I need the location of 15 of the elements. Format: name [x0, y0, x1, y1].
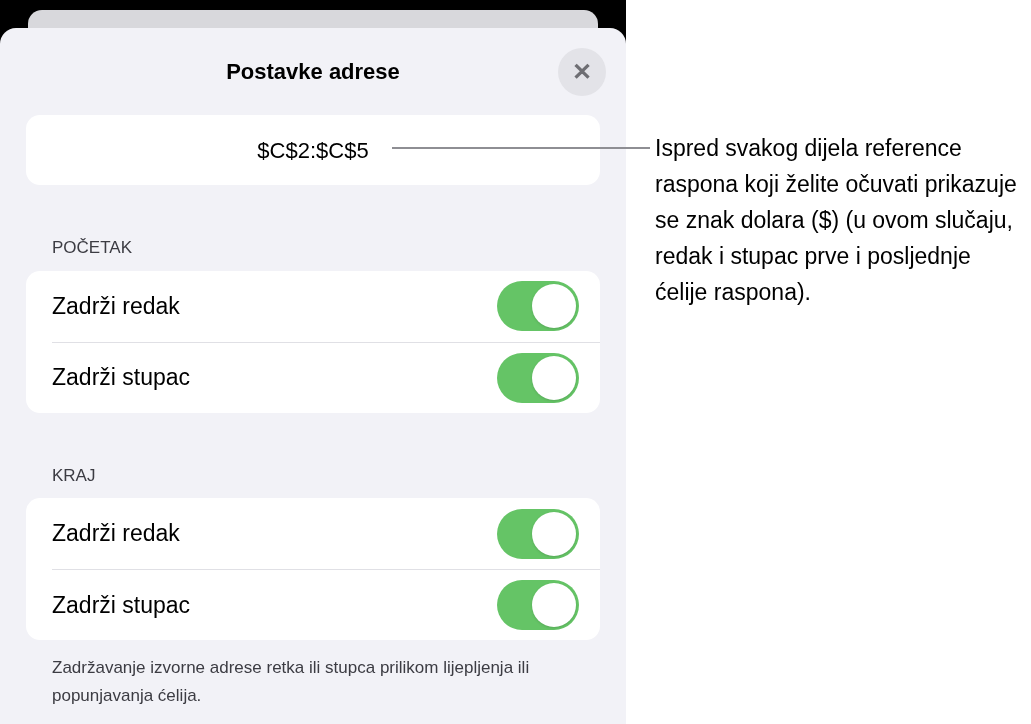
section-header: KRAJ	[51, 464, 97, 487]
address-field[interactable]: $C$2:$C$5	[26, 115, 600, 185]
row-label: Zadrži stupac	[52, 590, 191, 620]
footer-note: Zadržavanje izvorne adrese retka ili stupca prilikom lijepljenja ili popunjavanja ćelija.	[51, 657, 531, 707]
row-label: Zadrži redak	[52, 291, 180, 321]
callout-text: Ispred svakog dijela reference raspona koji želite očuvati prikazuje se znak dolara ($) (u ovom slučaju, redak i stupac prve i posljednje ćelije raspona).	[655, 134, 1018, 307]
row-label: Zadrži redak	[52, 519, 180, 549]
close-button[interactable]: ✕	[558, 48, 606, 96]
sheet-title: Postavke adrese	[226, 57, 400, 86]
toggle-switch[interactable]	[497, 281, 579, 331]
toggle-switch[interactable]	[497, 580, 579, 630]
row-label: Zadrži stupac	[52, 363, 191, 393]
toggle-switch[interactable]	[497, 352, 579, 403]
section-header: POČETAK	[51, 237, 133, 259]
toggle-switch[interactable]	[497, 508, 579, 559]
